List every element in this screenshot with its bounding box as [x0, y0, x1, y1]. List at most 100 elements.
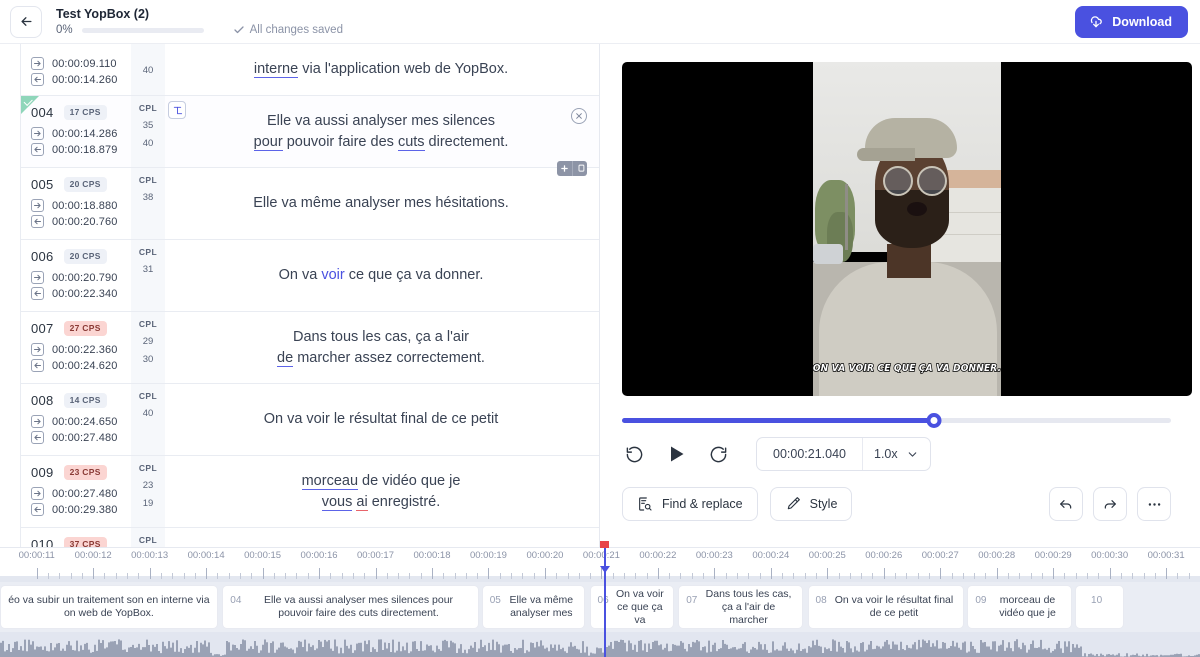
row-start-time[interactable]: 00:00:20.790	[31, 271, 131, 284]
row-cpl-column: CPL 35 40	[131, 96, 165, 167]
row-end-time[interactable]: 00:00:18.879	[31, 143, 131, 156]
row-start-time[interactable]: 00:00:18.880	[31, 199, 131, 212]
subtitle-list-panel[interactable]: 00:00:09.110 00:00:14.260 40 interne via l'…	[0, 44, 600, 547]
download-label: Download	[1112, 15, 1172, 29]
ruler-minor-tick	[251, 573, 253, 579]
waveform-graphic	[0, 639, 1200, 657]
time-out-icon	[31, 431, 44, 444]
row-meta: 010 37 CPS	[21, 528, 131, 547]
row-text-cell[interactable]: morceau de vidéo que je vous ai enregistr…	[191, 456, 599, 527]
row-text-cell[interactable]: interne via l'application web de YopBox.	[191, 44, 599, 95]
timeline-clip[interactable]: 07 Dans tous les cas, ça a l'air de march…	[678, 585, 803, 629]
timeline-waveform[interactable]	[0, 632, 1200, 657]
subtitle-row[interactable]: 010 37 CPS CPL	[21, 528, 599, 547]
row-text-value[interactable]: On va voir le résultat final de ce petit	[264, 409, 499, 430]
row-close-button[interactable]	[571, 108, 587, 124]
subtitle-row[interactable]: 009 23 CPS 00:00:27.480 00:00:29.380 CPL 23 19…	[21, 456, 599, 528]
row-end-time[interactable]: 00:00:24.620	[31, 359, 131, 372]
find-replace-button[interactable]: Find & replace	[622, 487, 758, 521]
subtitle-row[interactable]: 005 20 CPS 00:00:18.880 00:00:20.760 CPL 38 El…	[21, 168, 599, 240]
row-text-cell[interactable]: On va voir ce que ça va donner.	[191, 240, 599, 311]
row-start-time[interactable]: 00:00:22.360	[31, 343, 131, 356]
row-start-time[interactable]: 00:00:24.650	[31, 415, 131, 428]
time-out-icon	[31, 359, 44, 372]
timeline-clip[interactable]: 08 On va voir le résultat final de ce pet…	[807, 585, 965, 629]
ruler-minor-tick	[872, 573, 874, 579]
timeline-clip[interactable]: 06On va voir ce que ça va	[589, 585, 675, 629]
row-text-cell[interactable]	[191, 528, 599, 547]
row-cps-badge: 23 CPS	[63, 464, 107, 480]
progress-bar	[81, 27, 204, 33]
row-start-time-value: 00:00:14.286	[52, 127, 118, 140]
timeline-clip[interactable]: 05 Elle va même analyser mes	[481, 585, 585, 629]
row-end-time[interactable]: 00:00:14.260	[31, 73, 131, 86]
row-text-value[interactable]: Elle va même analyser mes hésitations.	[253, 193, 508, 214]
playback-speed-select[interactable]: 1.0x	[862, 438, 930, 470]
subtitle-row[interactable]: 008 14 CPS 00:00:24.650 00:00:27.480 CPL 40 On…	[21, 384, 599, 456]
row-start-time[interactable]: 00:00:27.480	[31, 487, 131, 500]
timeline-clip[interactable]: 10	[1074, 585, 1124, 629]
cloud-download-icon	[1091, 16, 1103, 28]
ruler-tick-label: 00:00:15	[244, 550, 282, 561]
row-text-value[interactable]: Dans tous les cas, ça a l'air de marcher …	[277, 327, 485, 369]
download-button[interactable]: Download	[1075, 6, 1188, 38]
add-subtitle-button[interactable]	[557, 161, 572, 176]
ruler-tick-label: 00:00:24	[752, 550, 790, 561]
current-time-display[interactable]: 00:00:21.040	[757, 438, 862, 470]
row-end-time[interactable]: 00:00:27.480	[31, 431, 131, 444]
clip-number: 07	[686, 595, 698, 606]
row-text-value[interactable]: Elle va aussi analyser mes silences pour …	[253, 111, 508, 153]
back-button[interactable]	[10, 5, 42, 38]
row-end-time-value: 00:00:29.380	[52, 503, 118, 516]
text-format-button[interactable]	[168, 101, 186, 119]
timeline-clip-lane[interactable]: éo va subir un traitement son en interne…	[0, 582, 1200, 632]
seek-bar[interactable]	[622, 412, 1171, 428]
row-text-value[interactable]: interne via l'application web de YopBox.	[253, 59, 508, 80]
ruler-minor-tick	[533, 573, 535, 579]
redo-button[interactable]	[1093, 487, 1127, 521]
row-text-value[interactable]: morceau de vidéo que je vous ai enregistr…	[301, 471, 460, 513]
time-out-icon	[31, 215, 44, 228]
clip-text: Elle va même analyser mes	[509, 594, 574, 619]
timeline-clip[interactable]: 04 Elle va aussi analyser mes silences po…	[222, 585, 479, 629]
row-end-time[interactable]: 00:00:29.380	[31, 503, 131, 516]
row-text-cell[interactable]: Elle va même analyser mes hésitations.	[191, 168, 599, 239]
timeline-playhead[interactable]	[599, 541, 610, 657]
ruler-tick-label: 00:00:19	[469, 550, 507, 561]
rewind-button[interactable]	[622, 442, 646, 466]
subtitle-row[interactable]: 00:00:09.110 00:00:14.260 40 interne via l'…	[21, 44, 599, 96]
duplicate-subtitle-button[interactable]	[572, 161, 587, 176]
more-options-button[interactable]	[1137, 487, 1171, 521]
row-text-cell[interactable]: On va voir le résultat final de ce petit	[191, 384, 599, 455]
timeline-clip[interactable]: 09 morceau de vidéo que je	[967, 585, 1072, 629]
timeline-ruler[interactable]: 00:00:11 00:00:12 00:00:13 00:00:14 00:00:15…	[0, 548, 1200, 582]
ruler-minor-tick	[59, 573, 61, 579]
subtitle-row[interactable]: 007 27 CPS 00:00:22.360 00:00:24.620 CPL 29 30…	[21, 312, 599, 384]
video-person-body	[819, 262, 997, 396]
row-start-time[interactable]: 00:00:14.286	[31, 127, 131, 140]
cpl-header: CPL	[138, 247, 158, 257]
play-button[interactable]	[664, 442, 688, 466]
row-cpl-column: CPL 38	[131, 168, 165, 239]
seek-handle[interactable]	[926, 413, 942, 428]
video-preview[interactable]: ON VA VOIR CE QUE ÇA VA DONNER.	[622, 62, 1192, 396]
row-end-time[interactable]: 00:00:22.340	[31, 287, 131, 300]
row-start-time-value: 00:00:27.480	[52, 487, 118, 500]
row-text-cell[interactable]: Elle va aussi analyser mes silences pour …	[191, 96, 599, 167]
ruler-tick-label: 00:00:31	[1147, 550, 1185, 561]
row-text-value[interactable]: On va voir ce que ça va donner.	[279, 265, 484, 286]
subtitle-row[interactable]: 004 17 CPS 00:00:14.286 00:00:18.879 CPL 35 40…	[21, 96, 599, 176]
row-start-time[interactable]: 00:00:09.110	[31, 57, 131, 70]
row-text-cell[interactable]: Dans tous les cas, ça a l'air de marcher …	[191, 312, 599, 383]
forward-button[interactable]	[706, 442, 730, 466]
clip-number: 08	[815, 595, 827, 606]
video-lamp-post	[845, 184, 848, 250]
subtitle-row[interactable]: 006 20 CPS 00:00:20.790 00:00:22.340 CPL 31 On…	[21, 240, 599, 312]
timeline[interactable]: 00:00:11 00:00:12 00:00:13 00:00:14 00:00:15…	[0, 541, 1200, 657]
undo-button[interactable]	[1049, 487, 1083, 521]
style-button[interactable]: Style	[769, 487, 853, 521]
timeline-clip[interactable]: éo va subir un traitement son en interne…	[0, 585, 218, 629]
ruler-major-tick	[1109, 568, 1111, 579]
cpl-value: 38	[142, 192, 154, 203]
row-end-time[interactable]: 00:00:20.760	[31, 215, 131, 228]
